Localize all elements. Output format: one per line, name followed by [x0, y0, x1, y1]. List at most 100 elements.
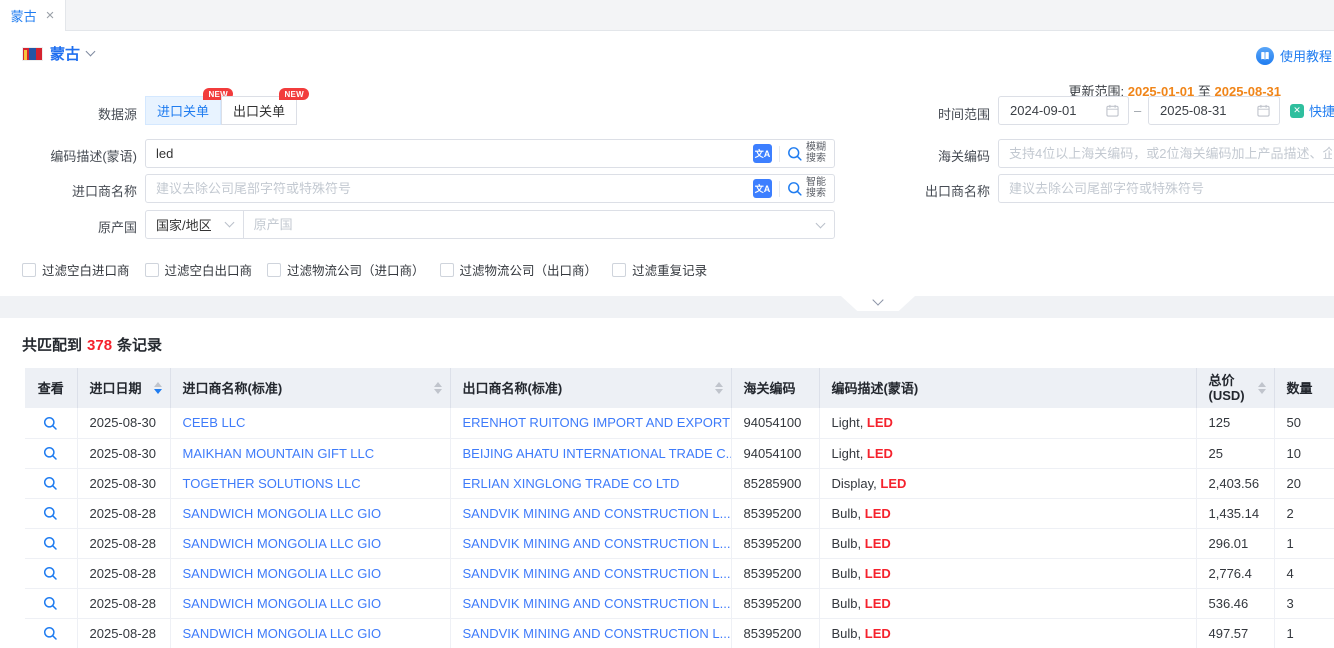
- importer-link[interactable]: SANDWICH MONGOLIA LLC GIO: [183, 566, 382, 581]
- import-date-cell: 2025-08-28: [77, 618, 170, 648]
- importer-link[interactable]: SANDWICH MONGOLIA LLC GIO: [183, 536, 382, 551]
- checkbox[interactable]: [267, 263, 281, 277]
- results-summary: 共匹配到378条记录: [22, 334, 162, 355]
- qty-cell: 10: [1274, 438, 1334, 468]
- code-desc-field: 文A 模糊搜索: [145, 139, 835, 168]
- table-row: 2025-08-28 SANDWICH MONGOLIA LLC GIO SAN…: [25, 498, 1334, 528]
- filter-checkboxes: 过滤空白进口商 过滤空白出口商 过滤物流公司（进口商） 过滤物流公司（出口商） …: [22, 260, 707, 279]
- led-highlight: LED: [865, 596, 891, 611]
- header-import-date[interactable]: 进口日期: [77, 368, 170, 408]
- start-date-input[interactable]: 2024-09-01: [998, 96, 1129, 125]
- checkbox-filter-blank-importer[interactable]: 过滤空白进口商: [22, 260, 130, 279]
- led-highlight: LED: [865, 566, 891, 581]
- header-total-price[interactable]: 总价 (USD): [1196, 368, 1274, 408]
- view-record-icon[interactable]: [43, 476, 58, 491]
- fuzzy-search-button[interactable]: 模糊搜索: [787, 143, 834, 164]
- price-cell: 25: [1196, 438, 1274, 468]
- view-cell: [25, 498, 77, 528]
- view-record-icon[interactable]: [43, 596, 58, 611]
- importer-link[interactable]: CEEB LLC: [183, 415, 246, 430]
- code-desc-input[interactable]: [146, 146, 753, 161]
- exporter-link[interactable]: BEIJING AHATU INTERNATIONAL TRADE C...: [463, 446, 732, 461]
- tutorial-link[interactable]: 使用教程: [1256, 46, 1332, 65]
- exporter-cell: ERENHOT RUITONG IMPORT AND EXPORT ...: [450, 408, 731, 438]
- checkbox-filter-duplicates[interactable]: 过滤重复记录: [612, 260, 707, 279]
- sort-desc-icon[interactable]: [154, 389, 162, 394]
- import-date-cell: 2025-08-30: [77, 438, 170, 468]
- importer-link[interactable]: TOGETHER SOLUTIONS LLC: [183, 476, 361, 491]
- country-selector[interactable]: 蒙古: [22, 43, 94, 64]
- import-date-cell: 2025-08-28: [77, 558, 170, 588]
- exporter-link[interactable]: SANDVIK MINING AND CONSTRUCTION L...: [463, 536, 731, 551]
- hs-code-cell: 85395200: [731, 618, 819, 648]
- translate-icon[interactable]: 文A: [753, 179, 772, 198]
- hs-code-field: [998, 139, 1334, 168]
- exporter-link[interactable]: SANDVIK MINING AND CONSTRUCTION L...: [463, 566, 731, 581]
- importer-cell: TOGETHER SOLUTIONS LLC: [170, 468, 450, 498]
- view-record-icon[interactable]: [43, 566, 58, 581]
- table-row: 2025-08-28 SANDWICH MONGOLIA LLC GIO SAN…: [25, 618, 1334, 648]
- origin-input[interactable]: [244, 217, 811, 232]
- sort-desc-icon[interactable]: [1258, 389, 1266, 394]
- importer-link[interactable]: SANDWICH MONGOLIA LLC GIO: [183, 506, 382, 521]
- view-record-icon[interactable]: [43, 626, 58, 641]
- view-cell: [25, 588, 77, 618]
- tab-close-icon[interactable]: ×: [46, 8, 55, 23]
- source-tab-import[interactable]: 进口关单 NEW: [145, 96, 221, 125]
- exporter-link[interactable]: SANDVIK MINING AND CONSTRUCTION L...: [463, 626, 731, 641]
- exporter-link[interactable]: SANDVIK MINING AND CONSTRUCTION L...: [463, 596, 731, 611]
- importer-cell: SANDWICH MONGOLIA LLC GIO: [170, 528, 450, 558]
- source-tab-export[interactable]: 出口关单 NEW: [221, 96, 297, 125]
- smart-search-button[interactable]: 智能搜索: [787, 178, 834, 199]
- sort-asc-icon[interactable]: [1258, 382, 1266, 387]
- view-record-icon[interactable]: [43, 416, 58, 431]
- exporter-link[interactable]: ERENHOT RUITONG IMPORT AND EXPORT ...: [463, 415, 732, 430]
- importer-label: 进口商名称: [0, 181, 137, 200]
- checkbox[interactable]: [612, 263, 626, 277]
- importer-input[interactable]: [146, 181, 753, 196]
- checkbox[interactable]: [440, 263, 454, 277]
- checkbox[interactable]: [22, 263, 36, 277]
- origin-region-select[interactable]: 国家/地区: [146, 211, 244, 238]
- checkbox-filter-blank-exporter[interactable]: 过滤空白出口商: [145, 260, 253, 279]
- view-cell: [25, 618, 77, 648]
- view-record-icon[interactable]: [43, 536, 58, 551]
- import-date-cell: 2025-08-28: [77, 588, 170, 618]
- sort-asc-icon[interactable]: [434, 382, 442, 387]
- browser-tab-mongolia[interactable]: 蒙古 ×: [0, 0, 66, 31]
- description-cell: Bulb, LED: [819, 588, 1196, 618]
- translate-icon[interactable]: 文A: [753, 144, 772, 163]
- checkbox-filter-logistics-exporter[interactable]: 过滤物流公司（出口商）: [440, 260, 598, 279]
- view-record-icon[interactable]: [43, 506, 58, 521]
- exporter-link[interactable]: ERLIAN XINGLONG TRADE CO LTD: [463, 476, 680, 491]
- importer-link[interactable]: SANDWICH MONGOLIA LLC GIO: [183, 596, 382, 611]
- exporter-link[interactable]: SANDVIK MINING AND CONSTRUCTION L...: [463, 506, 731, 521]
- importer-cell: SANDWICH MONGOLIA LLC GIO: [170, 498, 450, 528]
- checkbox[interactable]: [145, 263, 159, 277]
- importer-cell: SANDWICH MONGOLIA LLC GIO: [170, 558, 450, 588]
- end-date-input[interactable]: 2025-08-31: [1148, 96, 1280, 125]
- header-importer[interactable]: 进口商名称(标准): [170, 368, 450, 408]
- import-date-cell: 2025-08-28: [77, 528, 170, 558]
- match-count: 378: [82, 337, 117, 354]
- importer-link[interactable]: MAIKHAN MOUNTAIN GIFT LLC: [183, 446, 375, 461]
- header-exporter[interactable]: 出口商名称(标准): [450, 368, 731, 408]
- chevron-down-icon: [872, 294, 883, 305]
- quick-select-button[interactable]: ✕ 快捷: [1290, 101, 1334, 120]
- description-cell: Bulb, LED: [819, 498, 1196, 528]
- collapse-panel-button[interactable]: [841, 296, 915, 311]
- exporter-input[interactable]: [999, 181, 1334, 196]
- checkbox-filter-logistics-importer[interactable]: 过滤物流公司（进口商）: [267, 260, 425, 279]
- exporter-field: [998, 174, 1334, 203]
- view-cell: [25, 408, 77, 438]
- sort-asc-icon[interactable]: [154, 382, 162, 387]
- sort-desc-icon[interactable]: [715, 389, 723, 394]
- hs-code-cell: 85395200: [731, 588, 819, 618]
- view-record-icon[interactable]: [43, 446, 58, 461]
- price-cell: 2,403.56: [1196, 468, 1274, 498]
- importer-link[interactable]: SANDWICH MONGOLIA LLC GIO: [183, 626, 382, 641]
- sort-desc-icon[interactable]: [434, 389, 442, 394]
- hs-code-input[interactable]: [999, 146, 1334, 161]
- header-quantity: 数量: [1274, 368, 1334, 408]
- sort-asc-icon[interactable]: [715, 382, 723, 387]
